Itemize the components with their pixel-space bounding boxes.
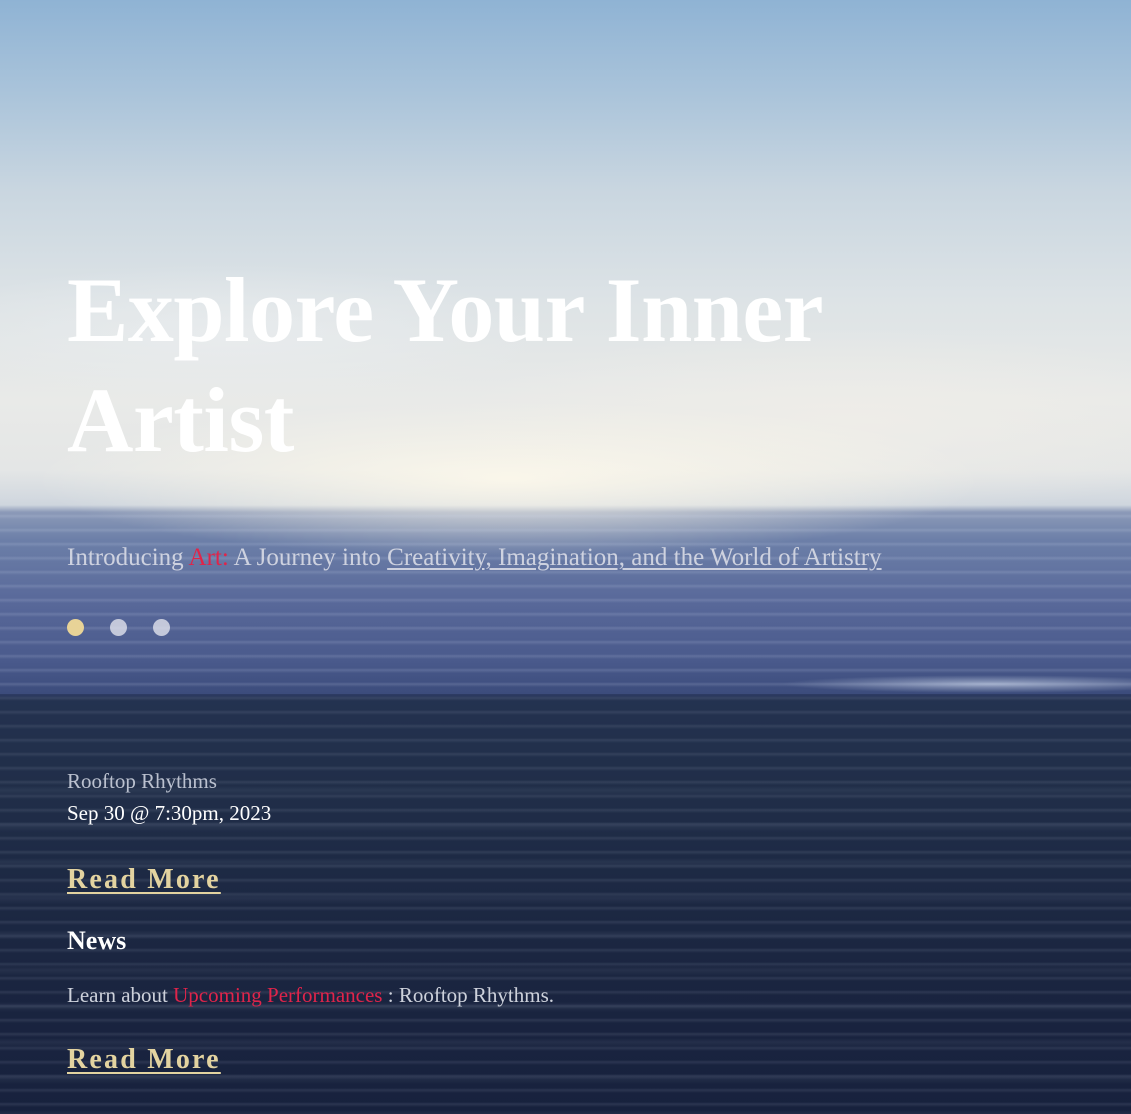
news-text-accent: Upcoming Performances bbox=[173, 983, 383, 1007]
news-text-after: : Rooftop Rhythms. bbox=[387, 983, 555, 1007]
surf-foam bbox=[780, 675, 1131, 693]
carousel-dots bbox=[67, 619, 170, 636]
subtitle-accent: Art: bbox=[188, 544, 229, 571]
carousel-dot-3[interactable] bbox=[153, 619, 170, 636]
subtitle-link[interactable]: Creativity, Imagination, and the World o… bbox=[387, 544, 881, 571]
hero-section: Explore Your Inner Artist Introducing Ar… bbox=[67, 255, 947, 579]
news-heading: News bbox=[67, 926, 127, 955]
carousel-dot-1[interactable] bbox=[67, 619, 84, 636]
news-read-more-link[interactable]: Read More bbox=[67, 1044, 221, 1076]
news-text: Learn about Upcoming Performances : Roof… bbox=[67, 980, 767, 1010]
subtitle-middle: A Journey into bbox=[233, 544, 381, 571]
news-text-before: Learn about bbox=[67, 983, 168, 1007]
event-name: Rooftop Rhythms bbox=[67, 769, 217, 793]
subtitle-intro: Introducing bbox=[67, 544, 184, 571]
event-read-more-link[interactable]: Read More bbox=[67, 864, 221, 896]
hero-subtitle: Introducing Art: A Journey into Creativi… bbox=[67, 537, 907, 579]
event-date: Sep 30 @ 7:30pm, 2023 bbox=[67, 801, 272, 825]
carousel-dot-2[interactable] bbox=[110, 619, 127, 636]
hero-title: Explore Your Inner Artist bbox=[67, 259, 822, 471]
events-section: Rooftop Rhythms Sep 30 @ 7:30pm, 2023 Re… bbox=[67, 766, 767, 1076]
